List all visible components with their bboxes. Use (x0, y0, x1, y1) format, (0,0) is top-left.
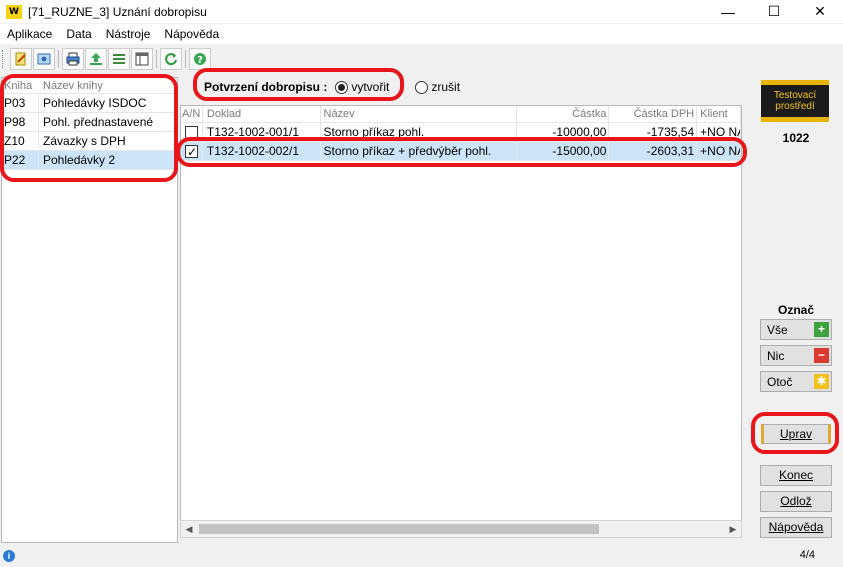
scroll-left-icon[interactable]: ◀ (181, 524, 197, 535)
book-code-header[interactable]: Kniha (2, 78, 39, 93)
col-dph-header[interactable]: Částka DPH (609, 106, 698, 122)
book-name: Pohl. přednastavené (43, 114, 154, 129)
menu-nastroje[interactable]: Nástroje (99, 27, 158, 41)
book-row-selected[interactable]: P22 Pohledávky 2 (2, 151, 177, 170)
book-row[interactable]: P03 Pohledávky ISDOC (2, 94, 177, 113)
mark-label: Označ (777, 303, 814, 317)
toolbar-separator (156, 50, 158, 68)
nazev-cell: Storno příkaz + předvýběr pohl. (321, 142, 517, 160)
col-doklad-header[interactable]: Doklad (203, 106, 321, 122)
table-row[interactable]: T132-1002-001/1 Storno příkaz pohl. -100… (181, 123, 741, 142)
invert-selection-button[interactable]: Otoč ✱ (760, 371, 832, 392)
dph-cell: -1735,54 (609, 123, 698, 141)
record-counter: 1022 (782, 131, 810, 145)
table-row-selected[interactable]: T132-1002-002/1 Storno příkaz + předvýbě… (181, 142, 741, 161)
menu-bar: Aplikace Data Nástroje Nápověda (0, 24, 843, 44)
book-name: Pohledávky ISDOC (43, 95, 147, 110)
castka-cell: -15000,00 (517, 142, 610, 160)
page-counter: 4/4 (799, 549, 815, 561)
window-title: [71_RUZNE_3] Uznání dobropisu (28, 4, 207, 19)
info-icon[interactable]: i (3, 550, 15, 562)
refresh-icon[interactable] (160, 48, 182, 70)
radio-button-checked[interactable] (335, 80, 349, 94)
menu-aplikace[interactable]: Aplikace (0, 27, 59, 41)
list-icon[interactable] (108, 48, 130, 70)
print-icon[interactable] (62, 48, 84, 70)
columns-icon[interactable] (131, 48, 153, 70)
select-all-button[interactable]: Vše + (760, 319, 832, 340)
help-button[interactable]: Nápověda (760, 517, 832, 538)
confirm-bar: Potvrzení dobropisu : vytvořit zrušit (196, 77, 460, 97)
asterisk-icon: ✱ (814, 374, 829, 389)
confirm-label: Potvrzení dobropisu : (204, 80, 328, 94)
col-nazev-header[interactable]: Název (321, 106, 517, 122)
minus-icon: − (814, 348, 829, 363)
app-logo-icon: W (6, 4, 22, 19)
nazev-cell: Storno příkaz pohl. (321, 123, 517, 141)
svg-text:?: ? (197, 55, 203, 66)
plus-icon: + (814, 322, 829, 337)
maximize-button[interactable]: ☐ (751, 0, 797, 23)
book-row[interactable]: Z10 Závazky s DPH (2, 132, 177, 151)
menu-data[interactable]: Data (59, 27, 98, 41)
book-name: Závazky s DPH (43, 133, 126, 148)
toolbar-grip[interactable] (2, 50, 6, 68)
horizontal-scrollbar[interactable]: ◀ ▶ (180, 520, 742, 538)
radio-vytvorit[interactable]: vytvořit (335, 80, 389, 94)
action-panel: Testovací prostředí 1022 Označ Vše + Nic… (751, 77, 841, 543)
radio-zrusit-label: zrušit (431, 80, 461, 94)
scroll-right-icon[interactable]: ▶ (725, 524, 741, 535)
end-button[interactable]: Konec (760, 465, 832, 486)
scroll-thumb[interactable] (199, 524, 599, 534)
book-list: Kniha Název knihy P03 Pohledávky ISDOC P… (1, 77, 178, 543)
row-checkbox[interactable] (185, 126, 198, 139)
document-grid: A/N Doklad Název Částka Částka DPH Klien… (180, 105, 742, 538)
radio-button[interactable] (415, 80, 429, 94)
book-code: Z10 (2, 132, 39, 150)
book-row[interactable]: P98 Pohl. přednastavené (2, 113, 177, 132)
dph-cell: -2603,31 (609, 142, 698, 160)
radio-zrusit[interactable]: zrušit (415, 80, 460, 94)
doklad-cell: T132-1002-002/1 (203, 142, 321, 160)
close-button[interactable]: ✕ (797, 0, 843, 23)
book-code: P98 (2, 113, 39, 131)
radio-vytvorit-label: vytvořit (351, 80, 390, 94)
book-list-header: Kniha Název knihy (2, 78, 177, 94)
title-bar: W [71_RUZNE_3] Uznání dobropisu — ☐ ✕ (0, 0, 843, 23)
environment-badge: Testovací prostředí (761, 80, 829, 122)
col-klient-header[interactable]: Klient (697, 106, 741, 122)
book-name-header[interactable]: Název knihy (39, 78, 177, 93)
klient-cell: +NO NAI (697, 123, 741, 141)
col-an-header[interactable]: A/N (181, 106, 203, 122)
book-code: P03 (2, 94, 39, 112)
klient-cell: +NO NAI (697, 142, 741, 160)
postpone-button[interactable]: Odlož (760, 491, 832, 512)
menu-napoveda[interactable]: Nápověda (157, 27, 226, 41)
select-none-button[interactable]: Nic − (760, 345, 832, 366)
toolbar: ? (0, 46, 843, 72)
invert-selection-label: Otoč (767, 374, 793, 389)
book-name: Pohledávky 2 (43, 152, 116, 167)
edit-icon[interactable] (10, 48, 32, 70)
status-bar: i 4/4 (0, 545, 843, 567)
toolbar-separator (58, 50, 60, 68)
preview-icon[interactable] (33, 48, 55, 70)
export-icon[interactable] (85, 48, 107, 70)
help-icon[interactable]: ? (189, 48, 211, 70)
book-code: P22 (2, 151, 39, 169)
grid-header: A/N Doklad Název Částka Částka DPH Klien… (181, 106, 741, 123)
row-checkbox-checked[interactable] (185, 143, 198, 160)
toolbar-separator (185, 50, 187, 68)
castka-cell: -10000,00 (517, 123, 610, 141)
minimize-button[interactable]: — (705, 0, 751, 23)
select-none-label: Nic (767, 348, 785, 363)
select-all-label: Vše (767, 322, 788, 337)
edit-button[interactable]: Uprav (761, 424, 831, 444)
col-castka-header[interactable]: Částka (517, 106, 610, 122)
doklad-cell: T132-1002-001/1 (203, 123, 321, 141)
